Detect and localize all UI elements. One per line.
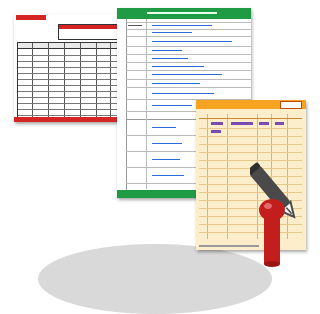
pen-icon	[247, 140, 309, 267]
red-form-grid-header	[18, 43, 122, 49]
red-form-footer-bar	[14, 117, 124, 122]
ground-shadow	[38, 244, 272, 314]
pen-illustration	[247, 162, 296, 267]
red-form-title-bar	[16, 15, 46, 20]
ink-pot-icon	[259, 199, 285, 267]
orange-form-title-bar	[196, 100, 306, 109]
red-form-grid	[17, 42, 123, 120]
green-form-title-bar	[117, 8, 251, 19]
red-form-summary-bar	[59, 25, 119, 29]
red-spreadsheet-form	[14, 14, 124, 122]
orange-form-badge	[280, 101, 302, 109]
green-form-title-line	[147, 12, 217, 14]
red-form-summary-box	[58, 24, 120, 40]
